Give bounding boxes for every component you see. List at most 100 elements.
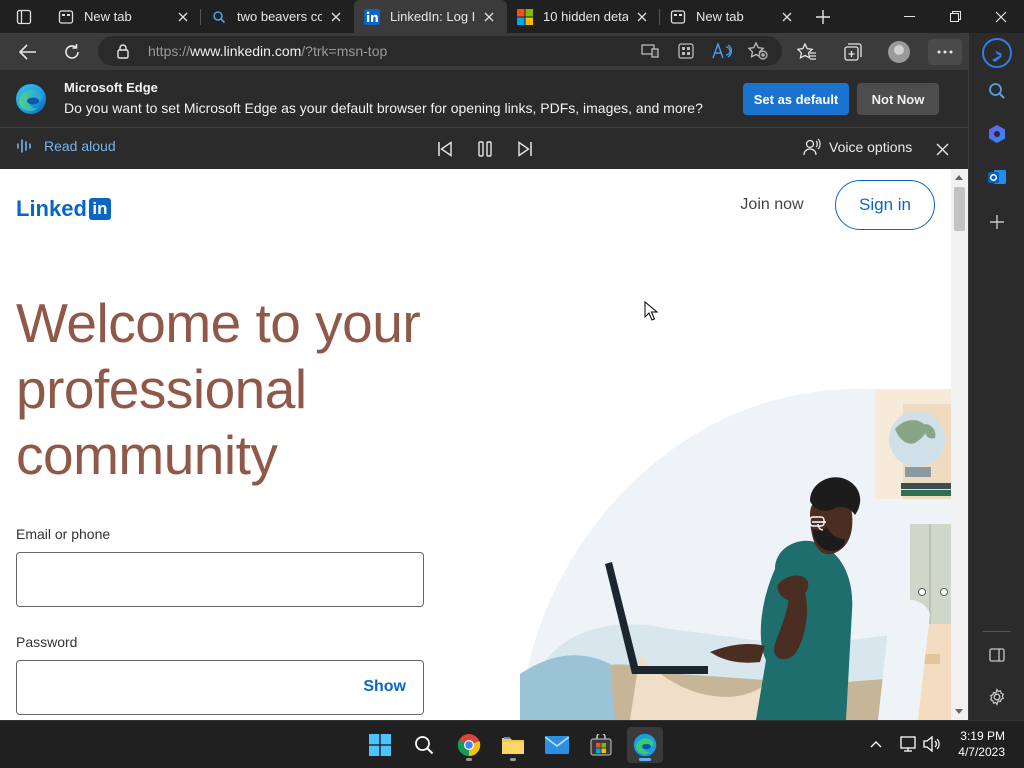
minimize-button[interactable] [886,0,932,33]
browser-toolbar: https://www.linkedin.com/?trk=msn-top [0,33,968,70]
bing-icon [982,38,1012,68]
immersive-reader-button[interactable] [668,36,704,66]
email-field[interactable] [16,552,424,607]
next-paragraph-button[interactable] [513,137,537,161]
windows-start-icon [369,734,391,756]
window-controls [886,0,1024,33]
taskbar-microsoft-store[interactable] [583,727,619,763]
password-field[interactable]: Show [16,660,424,715]
tab-title: LinkedIn: Log In [390,9,475,24]
address-bar[interactable]: https://www.linkedin.com/?trk=msn-top [98,36,782,66]
refresh-button[interactable] [52,33,92,70]
pause-button[interactable] [473,137,497,161]
scrollbar-thumb[interactable] [954,187,965,231]
hero-illustration [520,389,951,720]
bing-chat-button[interactable] [969,33,1024,73]
url-text[interactable]: https://www.linkedin.com/?trk=msn-top [148,43,387,59]
tab-search-beavers[interactable]: two beavers con [201,0,354,33]
edge-sidebar [968,33,1024,720]
taskbar-clock[interactable]: 3:19 PM 4/7/2023 [958,728,1005,760]
sidebar-tools-button[interactable] [969,116,1024,152]
search-icon [415,736,434,755]
show-password-button[interactable]: Show [363,678,406,696]
settings-more-button[interactable] [922,33,968,70]
linkedin-icon [364,8,380,25]
close-tab-icon[interactable] [634,9,650,25]
grid-icon [678,43,694,59]
mouse-cursor-icon [644,301,658,321]
close-read-aloud-button[interactable] [933,140,951,158]
add-favorite-button[interactable] [740,36,776,66]
plus-icon [816,9,830,24]
add-sidebar-app-button[interactable] [969,204,1024,240]
profile-button[interactable] [876,33,922,70]
tab-hidden-details[interactable]: 10 hidden detail [507,0,660,33]
star-add-icon [748,42,768,60]
voice-options-button[interactable]: Voice options [803,138,912,156]
hide-sidebar-button[interactable] [969,637,1024,673]
close-tab-icon[interactable] [175,9,191,25]
favorites-button[interactable] [784,33,830,70]
sidebar-settings-button[interactable] [969,679,1024,715]
taskbar-edge[interactable] [627,727,663,763]
volume-button[interactable] [921,733,943,755]
close-tab-icon[interactable] [779,9,795,25]
mail-icon [545,736,569,754]
search-icon [211,9,227,25]
minimize-icon [903,15,915,17]
gear-icon [989,688,1005,706]
microsoft-icon [517,8,533,25]
tab-new-tab-2[interactable]: New tab [660,0,805,33]
tab-strip: New tab two beavers con LinkedIn: Log In… [0,0,1024,33]
app-available-button[interactable] [632,36,668,66]
read-aloud-button[interactable] [704,36,740,66]
network-button[interactable] [897,733,919,755]
skip-next-icon [518,141,532,157]
sidebar-panel-icon [989,648,1005,662]
taskbar-file-explorer[interactable] [495,727,531,763]
page-title: Welcome to your professional community [16,292,421,486]
clock-date: 4/7/2023 [958,745,1005,759]
tab-linkedin[interactable]: LinkedIn: Log In [354,0,507,33]
page-scrollbar[interactable] [951,169,968,720]
sidebar-search-button[interactable] [969,73,1024,109]
pause-icon [478,141,492,157]
lock-icon[interactable] [106,43,140,59]
restore-button[interactable] [932,0,978,33]
voice-icon [803,138,821,156]
network-icon [900,736,916,752]
windows-taskbar: 3:19 PM 4/7/2023 [0,720,1024,768]
taskbar-search-button[interactable] [406,727,442,763]
close-icon [936,143,948,155]
search-icon [989,83,1005,99]
join-now-link[interactable]: Join now [726,187,818,223]
collections-button[interactable] [830,33,876,70]
avatar [888,40,910,63]
close-tab-icon[interactable] [481,9,497,25]
back-arrow-icon [19,43,36,60]
close-window-button[interactable] [978,0,1024,33]
tab-title: two beavers con [237,9,322,24]
taskbar-chrome[interactable] [451,727,487,763]
show-hidden-icons-button[interactable] [865,733,887,755]
start-button[interactable] [362,727,398,763]
linkedin-logo[interactable]: Linked in [16,196,111,222]
not-now-button[interactable]: Not Now [857,83,939,115]
sign-in-button[interactable]: Sign in [835,180,935,230]
infobar-message: Do you want to set Microsoft Edge as you… [64,100,703,116]
close-tab-icon[interactable] [328,9,344,25]
volume-icon [923,736,940,752]
tab-actions-icon [16,9,32,24]
read-aloud-label[interactable]: Read aloud [16,138,116,154]
tab-actions-menu-button[interactable] [0,0,48,33]
folder-icon [502,737,524,754]
set-as-default-button[interactable]: Set as default [743,83,849,115]
taskbar-mail[interactable] [539,727,575,763]
new-tab-button[interactable] [805,0,841,33]
outlook-button[interactable] [969,159,1024,195]
tab-new-tab-1[interactable]: New tab [48,0,201,33]
previous-paragraph-button[interactable] [433,137,457,161]
back-button[interactable] [8,33,48,70]
linkedin-page: Linked in Join now Sign in Welcome to you… [0,169,951,720]
collections-icon [844,42,862,61]
